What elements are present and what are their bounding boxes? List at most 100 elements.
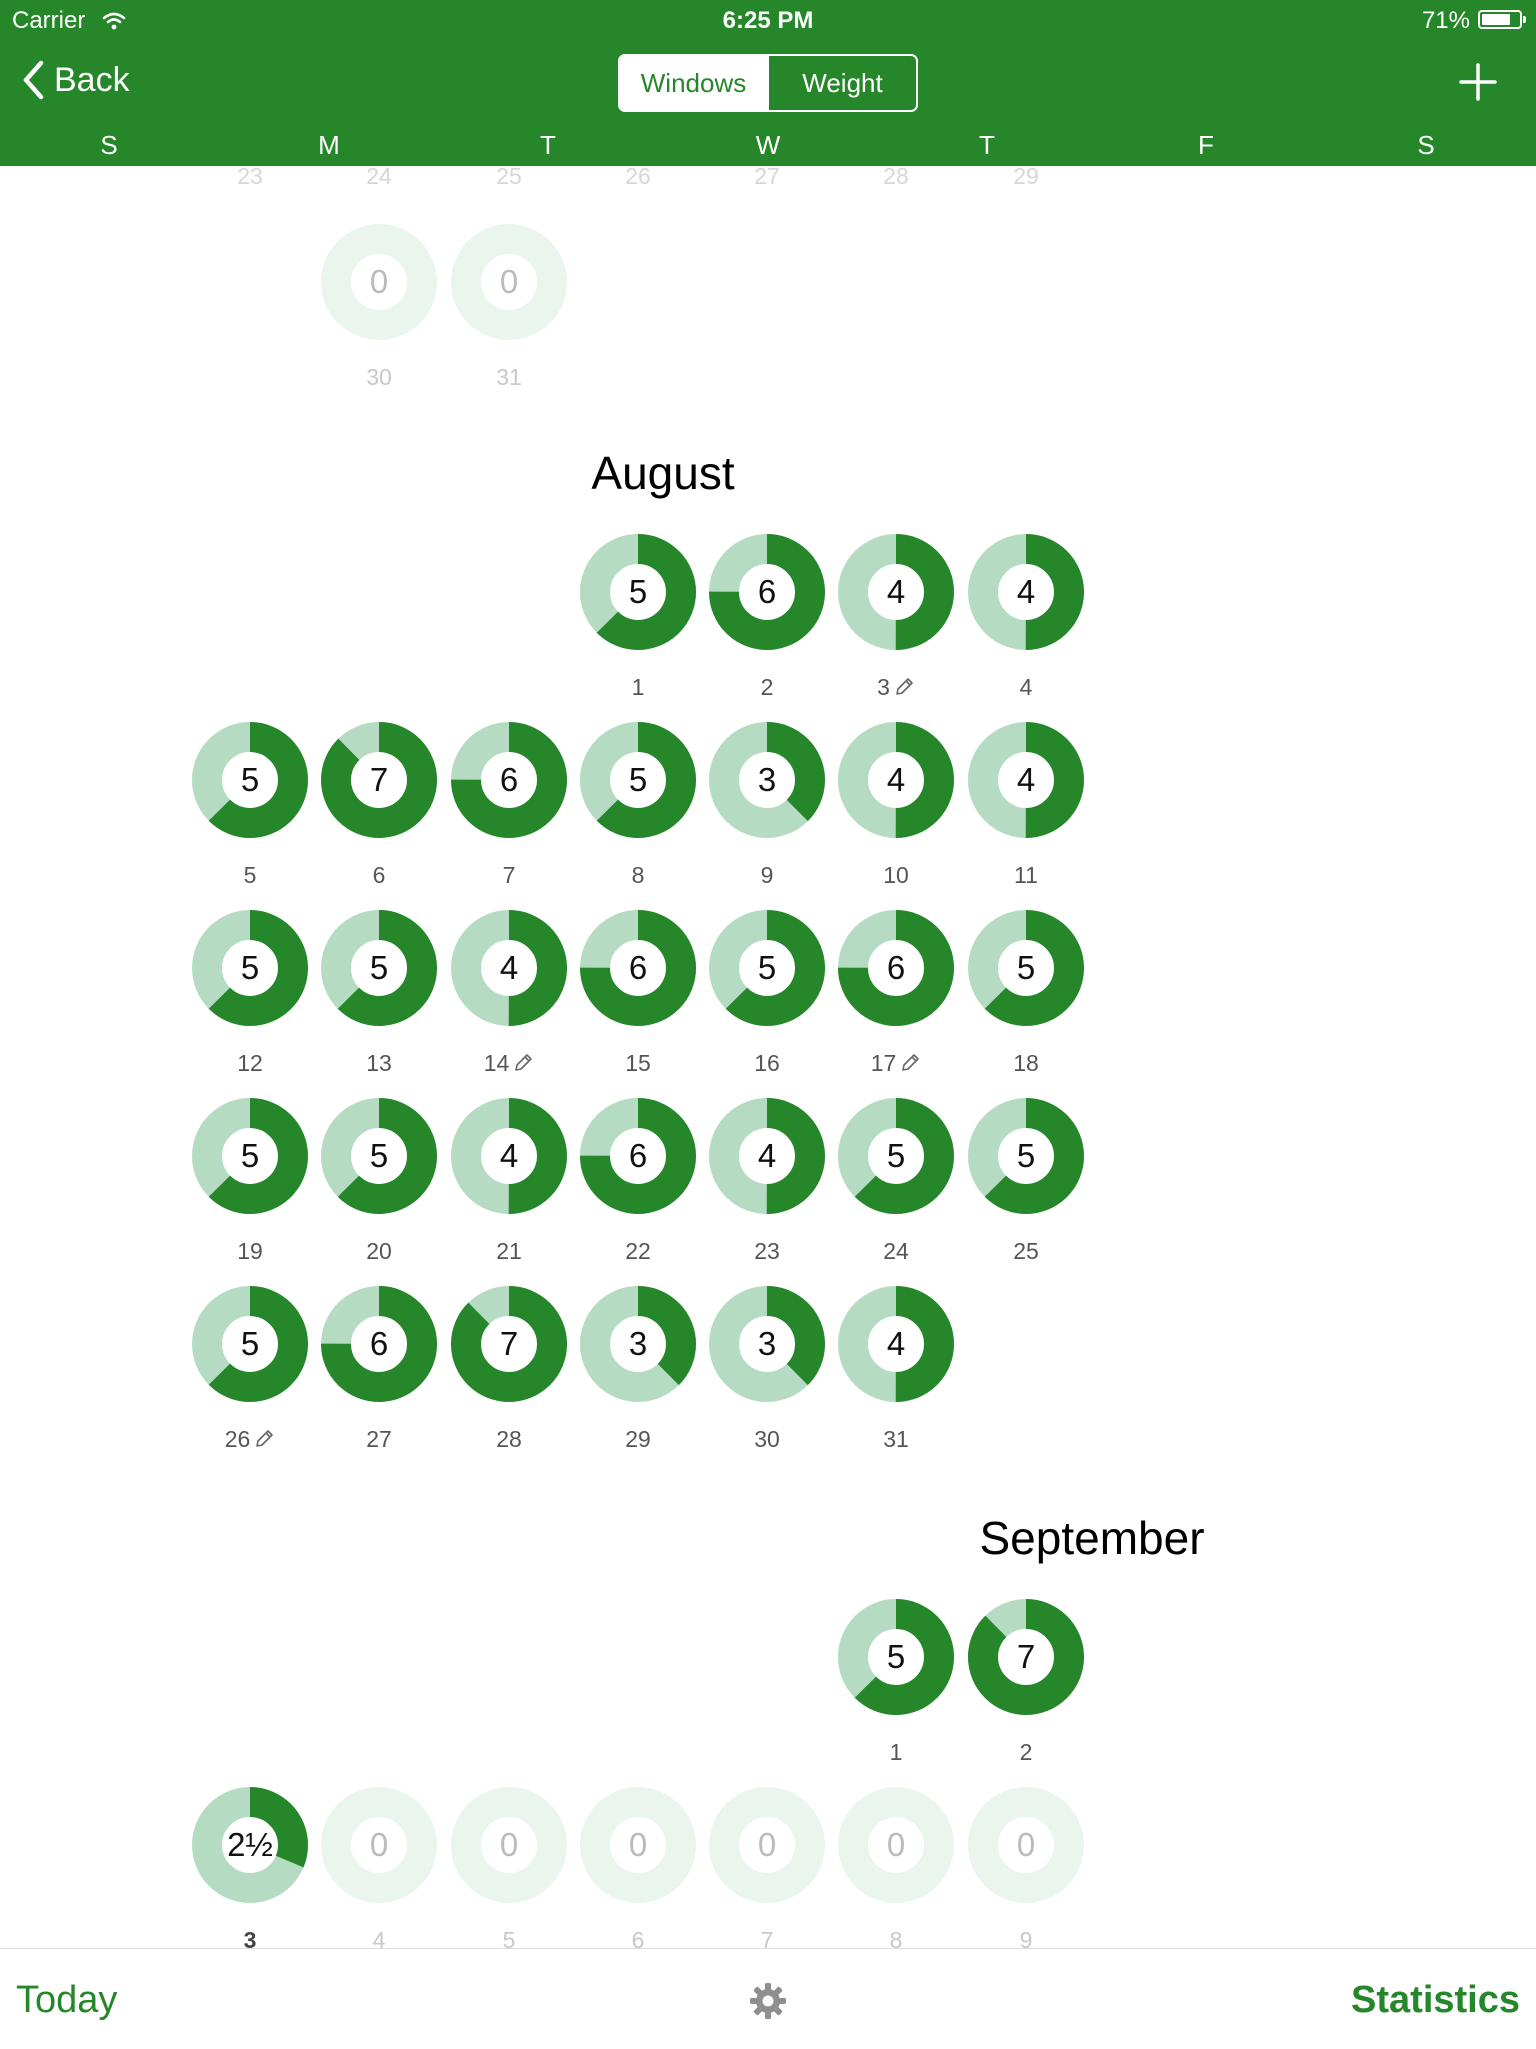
plus-icon: [1459, 63, 1497, 101]
day-value: 4: [886, 761, 906, 798]
day-cell[interactable]: 0 31: [451, 224, 567, 390]
day-number: 13: [321, 1050, 437, 1077]
day-cell[interactable]: 5 20: [321, 1098, 437, 1264]
day-cell[interactable]: 5 12: [192, 910, 308, 1076]
day-cell[interactable]: 09: [968, 1787, 1084, 1948]
day-cell[interactable]: 5 25: [968, 1098, 1084, 1264]
day-number: 2: [709, 674, 825, 701]
day-cell[interactable]: 7 28: [451, 1286, 567, 1452]
day-cell[interactable]: 6 27: [321, 1286, 437, 1452]
day-number: 8: [580, 862, 696, 889]
status-time: 6:25 PM: [722, 7, 814, 34]
day-value: 0: [628, 1826, 648, 1863]
day-cell[interactable]: 44: [968, 534, 1084, 700]
settings-button[interactable]: [748, 1981, 788, 2026]
day-number-text: 25: [1013, 1238, 1039, 1264]
day-number: 16: [709, 1050, 825, 1077]
day-cell[interactable]: 06: [580, 1787, 696, 1948]
day-cell[interactable]: 5 18: [968, 910, 1084, 1076]
day-cell[interactable]: 62: [709, 534, 825, 700]
day-number: 7: [451, 862, 567, 889]
day-number: 26: [192, 1426, 308, 1453]
day-value: 7: [1016, 1638, 1036, 1675]
day-number-text: 26: [224, 1426, 251, 1452]
month-title-september: September: [979, 1512, 1205, 1564]
day-cell[interactable]: 51: [838, 1599, 954, 1765]
day-cell[interactable]: 55: [192, 722, 308, 888]
day-cell[interactable]: 5 13: [321, 910, 437, 1076]
day-value: 6: [369, 1325, 389, 1362]
day-cell[interactable]: 07: [709, 1787, 825, 1948]
day-cell[interactable]: 08: [838, 1787, 954, 1948]
day-cell[interactable]: 6 22: [580, 1098, 696, 1264]
day-cell[interactable]: 04: [321, 1787, 437, 1948]
segment-weight[interactable]: Weight: [767, 56, 916, 110]
day-cell[interactable]: 5 26: [192, 1286, 308, 1452]
day-cell[interactable]: 0 30: [321, 224, 437, 390]
day-cell[interactable]: 2½ 3: [192, 1787, 308, 1948]
day-number: 31: [451, 364, 567, 391]
day-cell[interactable]: 6 15: [580, 910, 696, 1076]
day-value: 5: [628, 761, 648, 798]
day-value: 5: [1016, 949, 1036, 986]
prev-week-day-number: 27: [754, 166, 780, 189]
day-value: 4: [757, 1137, 777, 1174]
day-cell[interactable]: 5 16: [709, 910, 825, 1076]
day-number-text: 30: [366, 364, 392, 390]
day-number: 1: [838, 1739, 954, 1766]
day-cell[interactable]: 4 31: [838, 1286, 954, 1452]
day-value: 4: [499, 1137, 519, 1174]
day-number-text: 5: [502, 1927, 516, 1948]
day-cell[interactable]: 5 19: [192, 1098, 308, 1264]
day-number-text: 4: [372, 1927, 386, 1948]
day-value: 4: [499, 949, 519, 986]
status-bar: Carrier 6:25 PM 71%: [0, 0, 1536, 40]
day-number-text: 22: [625, 1238, 651, 1264]
day-cell[interactable]: 4 21: [451, 1098, 567, 1264]
day-cell[interactable]: 58: [580, 722, 696, 888]
view-segmented-control[interactable]: Windows Weight: [618, 54, 918, 112]
day-number: 5: [451, 1927, 567, 1948]
add-button[interactable]: [1458, 62, 1498, 107]
day-cell[interactable]: 4 10: [838, 722, 954, 888]
day-cell[interactable]: 72: [968, 1599, 1084, 1765]
day-number: 30: [709, 1426, 825, 1453]
statistics-button[interactable]: Statistics: [1351, 1979, 1520, 2022]
day-number: 7: [709, 1927, 825, 1948]
day-cell[interactable]: 76: [321, 722, 437, 888]
day-cell[interactable]: 3 30: [709, 1286, 825, 1452]
day-cell[interactable]: 4 23: [709, 1098, 825, 1264]
prev-week-day-number: 28: [883, 166, 909, 189]
day-cell[interactable]: 43: [838, 534, 954, 700]
day-cell[interactable]: 6 17: [838, 910, 954, 1076]
day-number-text: 29: [625, 1426, 651, 1452]
day-number-text: 24: [883, 1238, 909, 1264]
day-cell[interactable]: 39: [709, 722, 825, 888]
weekday-label: T: [979, 130, 995, 160]
prev-week-day-number: 23: [237, 166, 263, 189]
day-number: 15: [580, 1050, 696, 1077]
today-button[interactable]: Today: [16, 1979, 117, 2022]
day-number: 27: [321, 1426, 437, 1453]
day-number: 1: [580, 674, 696, 701]
day-number: 8: [838, 1927, 954, 1948]
day-value: 5: [1016, 1137, 1036, 1174]
day-number: 21: [451, 1238, 567, 1265]
calendar-scroll-view[interactable]: 23 24 25 26 27 28 29 0 30 0 31 August 5 1 6 2 4 3 4 4 5 5 7 6 6 7…: [0, 166, 1536, 1948]
day-cell[interactable]: 51: [580, 534, 696, 700]
day-value: 5: [369, 1137, 389, 1174]
day-cell[interactable]: 67: [451, 722, 567, 888]
day-cell[interactable]: 4 11: [968, 722, 1084, 888]
weekday-label: F: [1198, 130, 1214, 160]
back-button[interactable]: Back: [22, 60, 130, 100]
day-cell[interactable]: 3 29: [580, 1286, 696, 1452]
day-value: 7: [499, 1325, 519, 1362]
day-cell[interactable]: 05: [451, 1787, 567, 1948]
day-number-text: 27: [366, 1426, 392, 1452]
segment-windows[interactable]: Windows: [620, 56, 767, 110]
day-number: 9: [709, 862, 825, 889]
day-cell[interactable]: 5 24: [838, 1098, 954, 1264]
day-cell[interactable]: 4 14: [451, 910, 567, 1076]
day-value: 2½: [227, 1826, 273, 1863]
day-number-text: 23: [754, 1238, 780, 1264]
